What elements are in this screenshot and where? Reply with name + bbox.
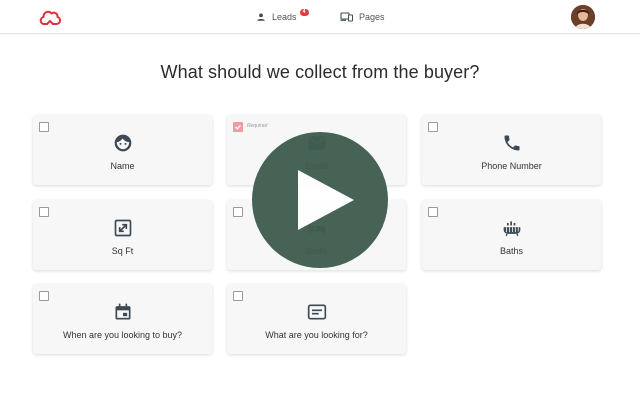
- field-label: When are you looking to buy?: [62, 330, 183, 340]
- field-label: Baths: [499, 246, 523, 256]
- field-label: What are you looking for?: [265, 330, 368, 340]
- field-label: Sq Ft: [111, 246, 134, 256]
- check-icon: [235, 124, 241, 130]
- face-icon: [114, 134, 131, 152]
- field-card-phone[interactable]: Phone Number: [422, 115, 601, 185]
- field-card-when-to-buy[interactable]: When are you looking to buy?: [33, 284, 212, 354]
- nav-pages[interactable]: Pages: [340, 0, 385, 33]
- required-note: Required: [247, 123, 268, 129]
- logo-icon[interactable]: [38, 7, 62, 27]
- avatar-image: [571, 5, 595, 29]
- notes-icon: [307, 304, 326, 320]
- nav-pages-label: Pages: [359, 11, 385, 22]
- checkbox[interactable]: [233, 207, 243, 217]
- play-icon: [298, 170, 354, 230]
- checkbox[interactable]: [233, 291, 243, 301]
- person-icon: [257, 12, 265, 21]
- leads-count-badge: 4: [299, 9, 309, 16]
- devices-icon: [340, 11, 353, 21]
- nav-leads-label: Leads: [272, 11, 297, 22]
- checkbox[interactable]: [428, 122, 438, 132]
- field-card-sqft[interactable]: Sq Ft: [33, 200, 212, 270]
- bathtub-icon: [503, 221, 520, 237]
- field-card-name[interactable]: Name: [33, 115, 212, 185]
- page-title: What should we collect from the buyer?: [160, 62, 480, 82]
- field-label: Phone Number: [481, 161, 542, 171]
- field-label: Name: [110, 161, 135, 171]
- checkbox-checked[interactable]: [233, 122, 243, 132]
- calendar-icon: [115, 303, 130, 320]
- play-video-button[interactable]: [252, 132, 388, 268]
- avatar[interactable]: [571, 5, 595, 29]
- nav-leads[interactable]: Leads 4: [256, 0, 309, 33]
- field-card-baths[interactable]: Baths: [422, 200, 601, 270]
- checkbox[interactable]: [428, 207, 438, 217]
- checkbox[interactable]: [39, 122, 49, 132]
- phone-icon: [504, 135, 519, 151]
- top-bar: Leads 4 Pages: [0, 0, 640, 34]
- checkbox[interactable]: [39, 207, 49, 217]
- field-card-looking-for[interactable]: What are you looking for?: [227, 284, 406, 354]
- resize-icon: [114, 219, 131, 237]
- checkbox[interactable]: [39, 291, 49, 301]
